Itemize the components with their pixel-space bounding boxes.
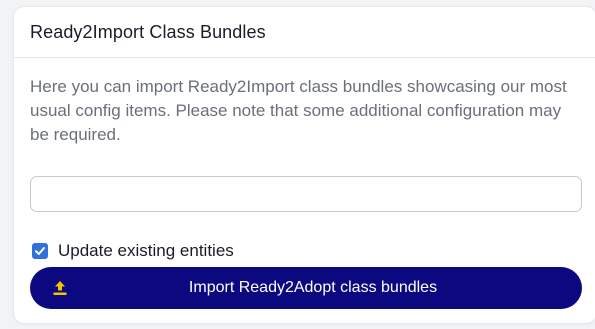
panel-header: Ready2Import Class Bundles (14, 7, 595, 58)
update-existing-checkbox[interactable] (32, 243, 48, 259)
update-existing-option[interactable]: Update existing entities (32, 240, 234, 262)
import-bundles-button[interactable]: Import Ready2Adopt class bundles (30, 267, 582, 309)
ready2import-panel: Ready2Import Class Bundles Here you can … (14, 7, 595, 323)
file-upload-field[interactable] (30, 176, 582, 212)
panel-title: Ready2Import Class Bundles (30, 22, 266, 42)
import-button-label: Import Ready2Adopt class bundles (188, 279, 438, 296)
update-existing-label: Update existing entities (58, 241, 234, 260)
panel-description: Here you can import Ready2Import class b… (30, 77, 567, 144)
checkmark-icon (35, 247, 45, 255)
